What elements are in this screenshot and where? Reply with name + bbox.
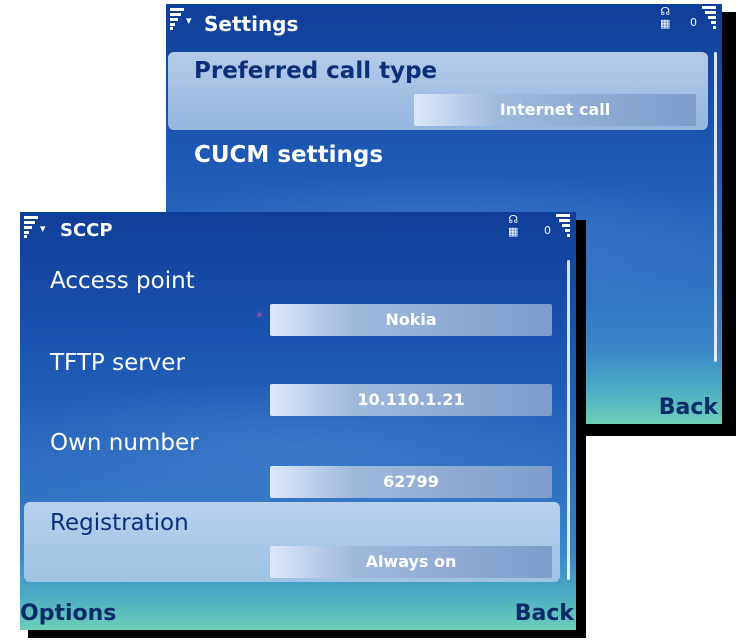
connection-indicator-icon: ☊ ▦ [660, 5, 671, 30]
access-point-label: Access point [50, 268, 195, 294]
network-icon: ▾ [40, 222, 46, 235]
preferred-call-type-value[interactable]: Internet call [414, 94, 696, 126]
battery-icon [702, 6, 716, 32]
registration-label: Registration [50, 510, 189, 536]
sccp-scrollbar[interactable] [567, 260, 570, 580]
sccp-status-zero: 0 [544, 224, 551, 237]
required-mark: * [256, 310, 263, 326]
tftp-server-label: TFTP server [50, 350, 185, 376]
signal-strength-icon [24, 216, 38, 238]
network-icon: ▾ [186, 14, 192, 27]
registration-value[interactable]: Always on [270, 546, 552, 578]
settings-status-bar: ▾ Settings ☊ ▦ 0 [166, 4, 722, 38]
signal-strength-icon [170, 8, 184, 30]
own-number-value[interactable]: 62799 [270, 466, 552, 498]
cucm-settings-item[interactable]: CUCM settings [194, 142, 383, 168]
settings-status-zero: 0 [690, 16, 697, 29]
sccp-back-softkey[interactable]: Back [515, 601, 574, 626]
own-number-label: Own number [50, 430, 199, 456]
battery-icon [556, 214, 570, 240]
preferred-call-type-label: Preferred call type [194, 58, 438, 84]
settings-scrollbar[interactable] [714, 52, 717, 362]
sccp-window: ▾ SCCP ☊ ▦ 0 Access point * Nokia TFTP se… [20, 212, 576, 630]
connection-indicator-icon: ☊ ▦ [508, 213, 519, 238]
settings-title: Settings [204, 12, 299, 36]
tftp-server-value[interactable]: 10.110.1.21 [270, 384, 552, 416]
settings-back-softkey[interactable]: Back [659, 395, 718, 420]
sccp-status-bar: ▾ SCCP ☊ ▦ 0 [20, 212, 576, 246]
access-point-value[interactable]: Nokia [270, 304, 552, 336]
options-softkey[interactable]: Options [20, 601, 116, 626]
sccp-title: SCCP [60, 220, 113, 241]
